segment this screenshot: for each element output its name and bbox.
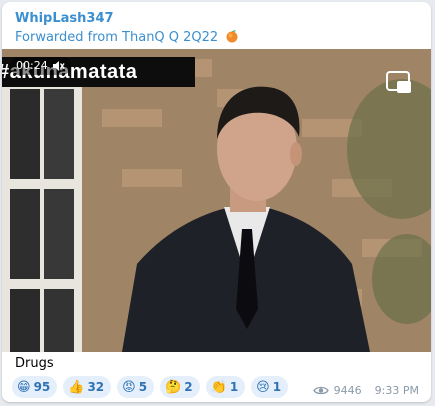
duration-badge: 00:24 <box>10 57 71 75</box>
message-meta: 9446 9:33 PM <box>312 384 419 397</box>
forwarded-label[interactable]: Forwarded from ThanQ Q 2Q22 <box>15 30 218 45</box>
reaction-count: 1 <box>272 380 282 394</box>
reaction-cry[interactable]: 😢 1 <box>251 376 289 398</box>
reaction-clap[interactable]: 👏 1 <box>205 376 246 398</box>
muted-speaker-icon[interactable] <box>52 60 65 72</box>
eye-icon <box>312 386 329 395</box>
reaction-thinking[interactable]: 🤔 2 <box>160 376 200 398</box>
reaction-count: 5 <box>138 380 148 394</box>
peach-icon <box>226 30 238 43</box>
message-bubble: WhipLash347 Forwarded from ThanQ Q 2Q22 <box>2 2 431 402</box>
forwarded-from[interactable]: Forwarded from ThanQ Q 2Q22 <box>15 29 239 45</box>
thumbs-up-emoji-icon: 👍 <box>68 379 85 395</box>
reaction-thumbs-up[interactable]: 👍 32 <box>63 376 112 398</box>
reaction-angry[interactable]: 😡 5 <box>117 376 155 398</box>
duration-text: 00:24 <box>16 59 48 72</box>
message-caption: Drugs <box>15 356 54 371</box>
view-count: 9446 <box>333 384 362 397</box>
reaction-count: 95 <box>33 380 51 394</box>
reaction-grin[interactable]: 😁 95 <box>12 376 58 398</box>
reaction-count: 1 <box>229 380 239 394</box>
cry-emoji-icon: 😢 <box>256 379 270 395</box>
reaction-count: 32 <box>87 380 105 394</box>
thinking-emoji-icon: 🤔 <box>165 379 182 395</box>
message-time: 9:33 PM <box>374 384 419 397</box>
sender-name[interactable]: WhipLash347 <box>15 11 114 26</box>
picture-in-picture-icon[interactable] <box>385 69 413 97</box>
video-player[interactable]: #akunamatata 00:24 <box>2 49 431 352</box>
angry-emoji-icon: 😡 <box>122 379 136 395</box>
grin-emoji-icon: 😁 <box>17 379 31 395</box>
reactions-bar: 😁 95 👍 32 😡 5 🤔 2 👏 1 😢 1 <box>12 376 289 398</box>
video-frame <box>2 49 431 352</box>
clap-emoji-icon: 👏 <box>210 379 227 395</box>
reaction-count: 2 <box>184 380 193 394</box>
